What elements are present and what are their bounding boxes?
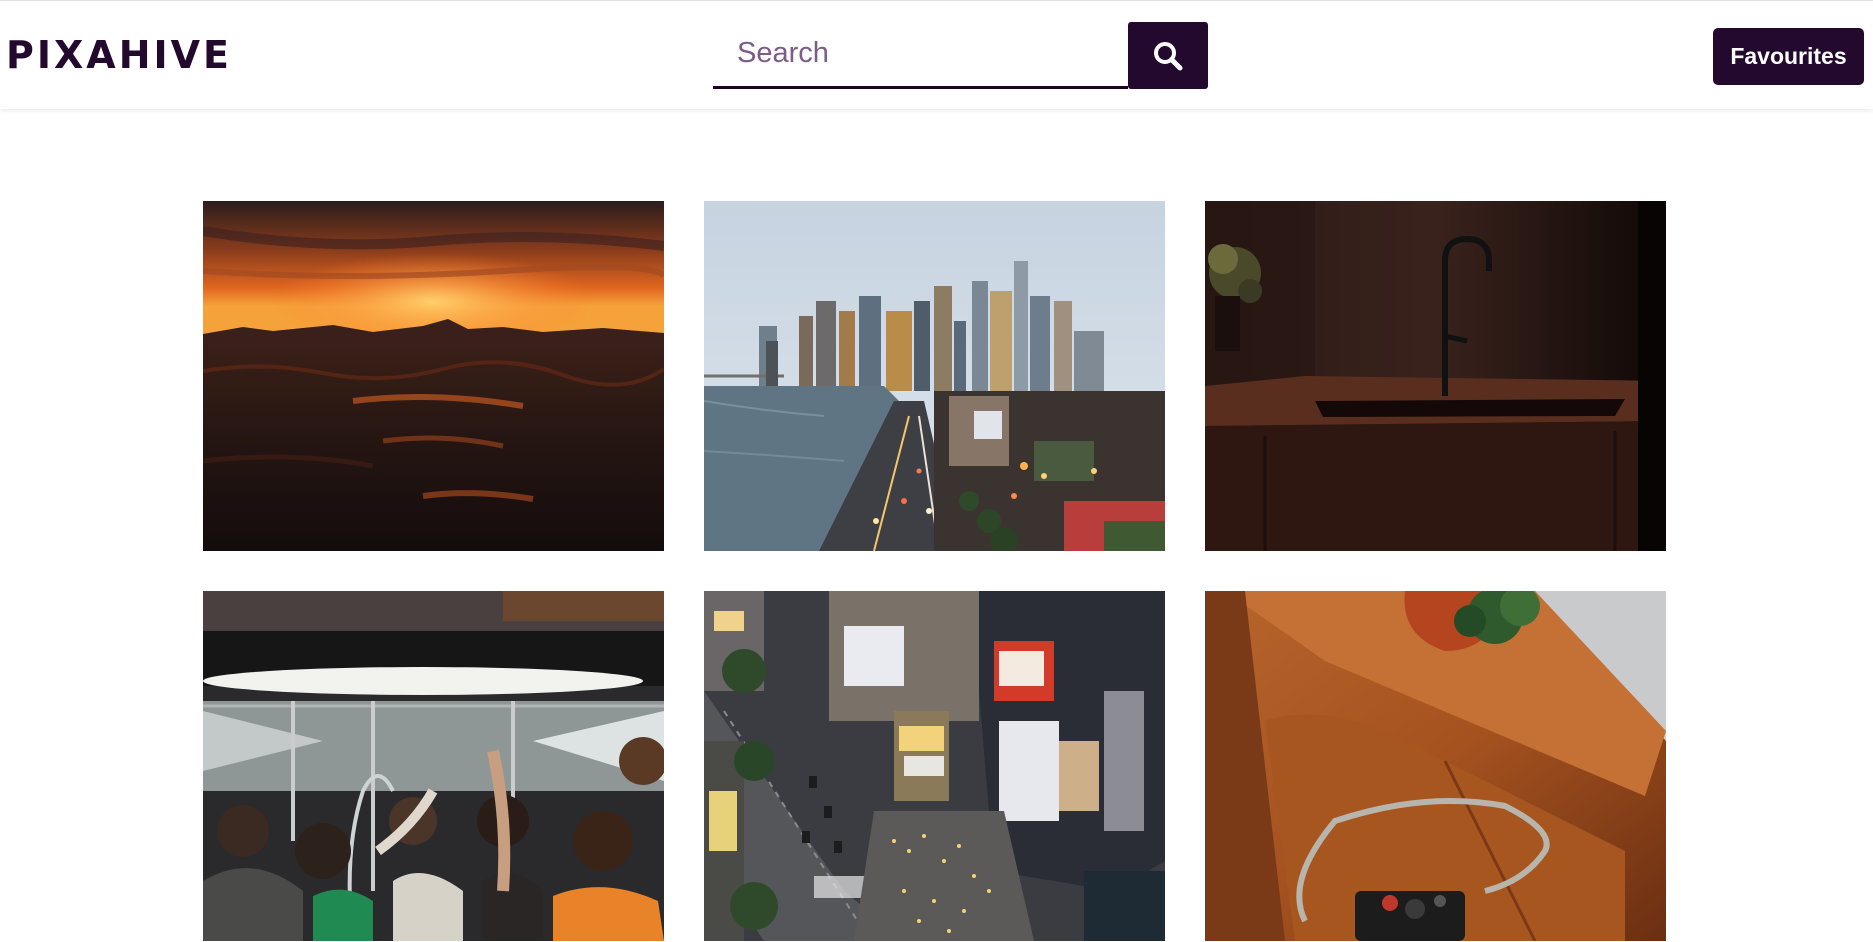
top-navbar: PIXAHIVE Favourites xyxy=(0,0,1873,109)
site-logo[interactable]: PIXAHIVE xyxy=(6,33,232,77)
gallery-image-subway-crowd[interactable] xyxy=(203,591,664,941)
image-gallery xyxy=(0,0,1873,942)
dark-kitchen-photo xyxy=(1205,201,1666,551)
camera-armchair-photo xyxy=(1205,591,1666,941)
search-input[interactable] xyxy=(713,21,1128,89)
city-skyline-photo xyxy=(704,201,1165,551)
gallery-image-aerial-crossing[interactable] xyxy=(704,591,1165,941)
search-bar xyxy=(713,21,1208,90)
gallery-image-camera-armchair[interactable] xyxy=(1205,591,1666,941)
sunset-photo xyxy=(203,201,664,551)
gallery-image-dark-kitchen[interactable] xyxy=(1205,201,1666,551)
search-button[interactable] xyxy=(1128,22,1208,89)
subway-crowd-photo xyxy=(203,591,664,941)
gallery-image-city-skyline[interactable] xyxy=(704,201,1165,551)
search-icon xyxy=(1154,41,1183,70)
favourites-button[interactable]: Favourites xyxy=(1713,28,1864,85)
aerial-crossing-photo xyxy=(704,591,1165,941)
gallery-image-sunset[interactable] xyxy=(203,201,664,551)
